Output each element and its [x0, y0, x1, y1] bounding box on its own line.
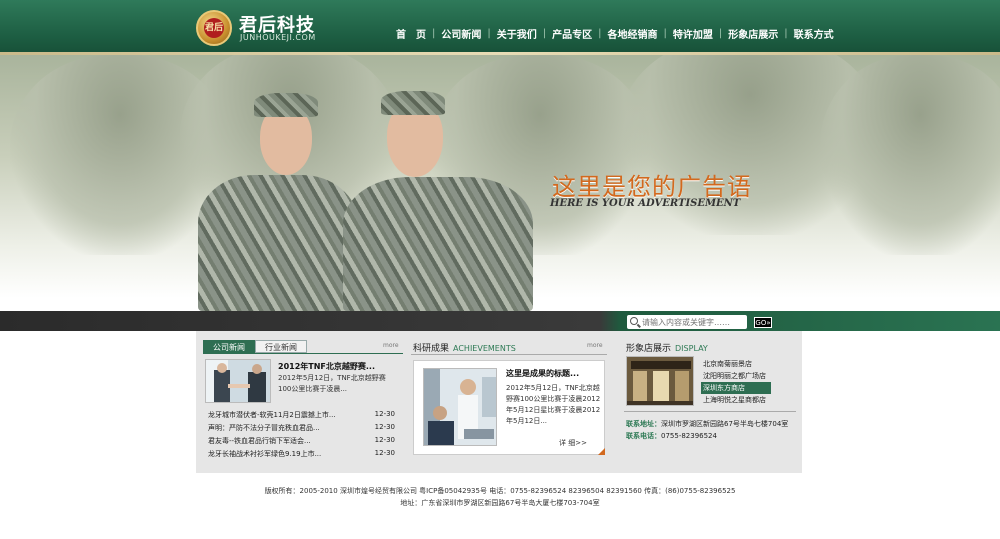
section-divider — [411, 354, 607, 355]
contact-address-label: 联系地址： — [626, 420, 661, 428]
brand-domain: JUNHOUKEJI.COM — [240, 33, 316, 42]
achievement-detail-link[interactable]: 详 细>> — [559, 438, 587, 448]
news-item-title: 龙牙长袖战术衬衫军绿色9.19上市... — [208, 450, 322, 458]
section-divider — [624, 411, 796, 412]
brand-logo[interactable]: 君后 — [196, 10, 232, 46]
news-list: 龙牙城市潜伏者-软壳11月2日震撼上市... 12-30 声明：严防不法分子冒充… — [203, 409, 403, 461]
news-item-date: 12-30 — [374, 423, 395, 431]
contact-info: 联系地址：深圳市罗湖区新园路67号半岛七楼704室 联系电话：0755-8239… — [626, 418, 796, 442]
featured-news-title[interactable]: 2012年TNF北京越野赛... — [278, 361, 375, 372]
nav-item-home[interactable]: 首 页 — [396, 26, 426, 41]
ad-slogan-english: HERE IS YOUR ADVERTISEMENT — [550, 198, 741, 209]
main-nav: 首 页 | 公司新闻 | 关于我们 | 产品专区 | 各地经销商 | 特许加盟 … — [396, 26, 834, 41]
nav-divider: | — [542, 28, 547, 39]
nav-item-products[interactable]: 产品专区 — [552, 26, 592, 41]
search-bar-band — [0, 311, 1000, 331]
list-item[interactable]: 龙牙城市潜伏者-软壳11月2日震撼上市... 12-30 — [203, 409, 403, 422]
store-photo[interactable] — [626, 356, 694, 406]
news-item-date: 12-30 — [374, 436, 395, 444]
store-interior-image — [627, 357, 693, 405]
display-panel: 形象店展示 DISPLAY 北京南菊丽景店 沈阳明丽之都广场店 深圳东方商店 上海… — [624, 339, 796, 465]
achievements-more-link[interactable]: more — [587, 342, 603, 349]
nav-item-dealers[interactable]: 各地经销商 — [608, 26, 658, 41]
news-more-link[interactable]: more — [383, 342, 399, 349]
search-box — [627, 315, 747, 329]
store-item-beijing[interactable]: 北京南菊丽景店 — [701, 358, 771, 370]
news-item-title: 君友毒--铁血君品行销下军适会... — [208, 437, 311, 445]
search-go-button[interactable]: GO» — [754, 317, 772, 328]
nav-divider: | — [784, 28, 788, 39]
search-icon — [630, 317, 638, 325]
page: 君后 君后科技 JUNHOUKEJI.COM 首 页 | 公司新闻 | 关于我们… — [0, 0, 1000, 539]
site-footer: 版权所有：2005-2010 深圳市煌号经贸有限公司 粤ICP备05042935… — [0, 485, 1000, 509]
lab-photo — [424, 369, 496, 445]
footer-address: 地址：广东省深圳市罗湖区新园路67号半岛大厦七楼703-704室 — [400, 499, 600, 507]
achievement-title[interactable]: 这里是成果的标题... — [506, 368, 579, 379]
store-item-shenzhen[interactable]: 深圳东方商店 — [701, 382, 771, 394]
logo-emblem-text: 君后 — [204, 18, 224, 38]
featured-news-desc: 2012年5月12日，TNF北京越野赛100公里比赛于凌晨... — [278, 374, 386, 393]
list-item[interactable]: 声明：严防不法分子冒充秩血君品... 12-30 — [203, 422, 403, 435]
ad-slogan: 这里是您的广告语 — [552, 173, 752, 201]
soldier-female-image — [198, 75, 358, 311]
hero-banner: 这里是您的广告语 HERE IS YOUR ADVERTISEMENT — [0, 55, 1000, 311]
tab-underline — [203, 353, 403, 354]
nav-divider: | — [663, 28, 667, 39]
nav-item-about[interactable]: 关于我们 — [497, 26, 537, 41]
contact-phone-label: 联系电话： — [626, 432, 661, 440]
achievements-title-cn: 科研成果 — [413, 344, 450, 354]
news-panel: 公司新闻 行业新闻 more 2012年TNF北京越野赛... 2012年5月1… — [203, 339, 403, 465]
list-item[interactable]: 君友毒--铁血君品行销下军适会... 12-30 — [203, 435, 403, 448]
background-soldiers-image — [820, 55, 1000, 255]
nav-divider: | — [718, 28, 723, 39]
contact-phone: 0755-82396524 — [661, 432, 717, 440]
featured-news-image[interactable] — [205, 359, 271, 403]
search-input[interactable] — [642, 315, 742, 329]
nav-item-contact[interactable]: 联系方式 — [794, 26, 834, 41]
achievements-title-en: ACHIEVEMENTS — [453, 344, 516, 353]
content-area: 公司新闻 行业新闻 more 2012年TNF北京越野赛... 2012年5月1… — [196, 331, 802, 473]
nav-divider: | — [487, 28, 491, 39]
news-tabs: 公司新闻 行业新闻 — [203, 340, 307, 353]
achievements-heading: 科研成果 ACHIEVEMENTS — [413, 341, 516, 354]
tab-industry-news[interactable]: 行业新闻 — [255, 340, 307, 353]
store-item-shanghai[interactable]: 上海明悦之星商都店 — [701, 394, 771, 406]
achievement-image[interactable] — [423, 368, 497, 446]
display-title-cn: 形象店展示 — [626, 344, 672, 354]
contact-address: 深圳市罗湖区新园路67号半岛七楼704室 — [661, 420, 789, 428]
handshake-photo — [206, 360, 270, 402]
display-title-en: DISPLAY — [675, 344, 708, 353]
news-item-date: 12-30 — [374, 449, 395, 457]
news-item-title: 声明：严防不法分子冒充秩血君品... — [208, 424, 320, 432]
nav-divider: | — [432, 28, 436, 39]
nav-item-company-news[interactable]: 公司新闻 — [441, 26, 481, 41]
tab-company-news[interactable]: 公司新闻 — [203, 340, 255, 353]
display-heading: 形象店展示 DISPLAY — [626, 341, 708, 354]
achievement-desc: 2012年5月12日，TNF北京越野赛100公里比赛于凌晨2012年5月12日星… — [506, 384, 601, 425]
news-item-title: 龙牙城市潜伏者-软壳11月2日震撼上市... — [208, 411, 336, 419]
soldier-male-image — [343, 73, 533, 311]
store-list: 北京南菊丽景店 沈阳明丽之都广场店 深圳东方商店 上海明悦之星商都店 — [701, 358, 771, 406]
achievements-panel: 科研成果 ACHIEVEMENTS more 这里是成果的标题... 2012年… — [411, 339, 607, 465]
nav-item-franchise[interactable]: 特许加盟 — [673, 26, 713, 41]
nav-divider: | — [598, 28, 602, 39]
footer-copyright: 版权所有：2005-2010 深圳市煌号经贸有限公司 粤ICP备05042935… — [264, 487, 736, 495]
nav-item-store-display[interactable]: 形象店展示 — [728, 26, 778, 41]
list-item[interactable]: 龙牙长袖战术衬衫军绿色9.19上市... 12-30 — [203, 448, 403, 461]
site-header: 君后 君后科技 JUNHOUKEJI.COM 首 页 | 公司新闻 | 关于我们… — [0, 0, 1000, 55]
achievement-card: 这里是成果的标题... 2012年5月12日，TNF北京越野赛100公里比赛于凌… — [413, 360, 605, 455]
store-item-shenyang[interactable]: 沈阳明丽之都广场店 — [701, 370, 771, 382]
news-item-date: 12-30 — [374, 410, 395, 418]
